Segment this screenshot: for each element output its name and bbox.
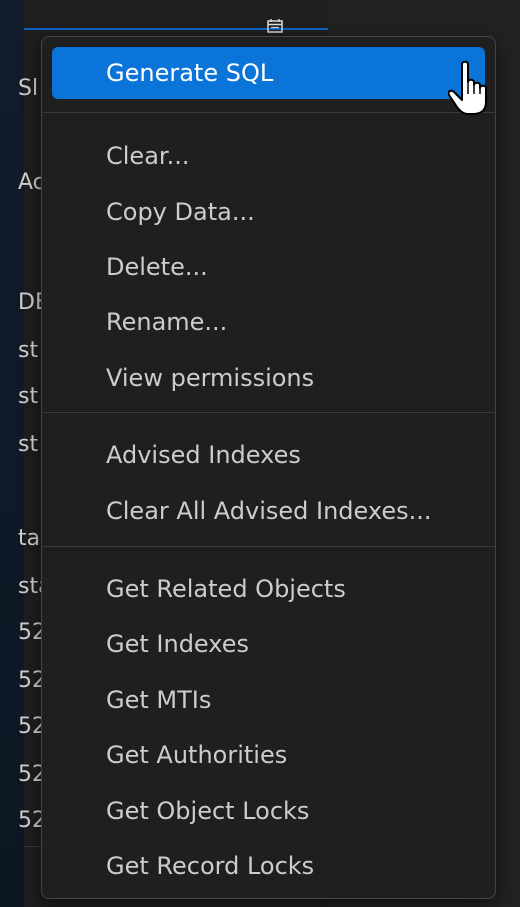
context-menu: Generate SQL Clear... Copy Data... Delet… — [41, 36, 496, 899]
menu-separator — [43, 546, 496, 547]
background-text-fragment: Sl — [18, 76, 39, 101]
calendar-icon[interactable] — [267, 18, 283, 33]
menu-separator — [43, 412, 496, 413]
menu-item-get-indexes[interactable]: Get Indexes — [52, 618, 485, 670]
menu-item-get-object-locks[interactable]: Get Object Locks — [52, 785, 485, 837]
menu-item-rename[interactable]: Rename... — [52, 296, 485, 348]
menu-separator — [43, 112, 496, 113]
menu-item-clear-all-advised-indexes[interactable]: Clear All Advised Indexes... — [52, 485, 485, 537]
background-text-fragment: st — [18, 432, 39, 457]
background-text-fragment: st — [18, 338, 39, 363]
menu-item-get-record-locks[interactable]: Get Record Locks — [52, 840, 485, 892]
menu-item-generate-sql[interactable]: Generate SQL — [52, 47, 485, 99]
background-text-fragment: st — [18, 384, 39, 409]
background-text-fragment: ta — [18, 526, 41, 551]
menu-item-get-related-objects[interactable]: Get Related Objects — [52, 563, 485, 615]
menu-item-get-mtis[interactable]: Get MTIs — [52, 674, 485, 726]
hand-pointer-cursor-icon — [447, 60, 488, 116]
menu-item-copy-data[interactable]: Copy Data... — [52, 186, 485, 238]
menu-item-clear[interactable]: Clear... — [52, 130, 485, 182]
menu-item-get-authorities[interactable]: Get Authorities — [52, 729, 485, 781]
menu-item-advised-indexes[interactable]: Advised Indexes — [52, 429, 485, 481]
menu-item-view-permissions[interactable]: View permissions — [52, 352, 485, 404]
menu-item-delete[interactable]: Delete... — [52, 241, 485, 293]
